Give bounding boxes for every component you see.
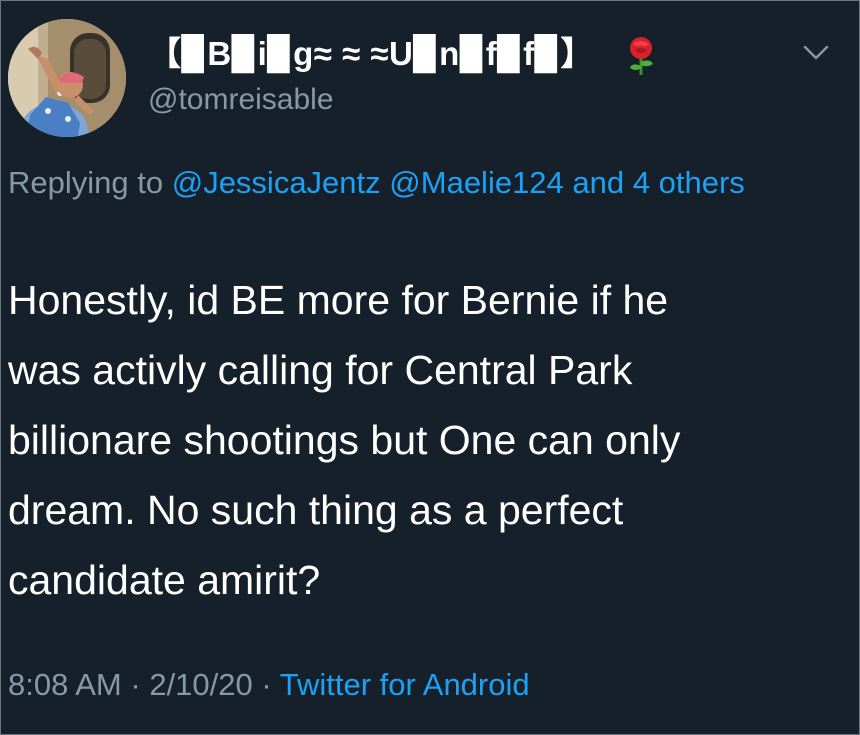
display-name[interactable]: 【▉B▉i▉g≈ ≈ ≈U▉n▉f▉f▉】 bbox=[148, 32, 594, 76]
tweet-text-line: was activly calling for Central Park bbox=[8, 347, 633, 393]
tweet-text-line: billionare shootings but One can only bbox=[8, 417, 681, 463]
tweet-time[interactable]: 8:08 AM bbox=[8, 667, 122, 702]
avatar[interactable] bbox=[8, 19, 126, 137]
tweet-text-line: candidate amirit? bbox=[8, 557, 321, 603]
others-link[interactable]: and 4 others bbox=[572, 165, 744, 200]
rose-emoji-icon bbox=[630, 37, 653, 75]
mention-link[interactable]: @Maelie124 bbox=[389, 165, 564, 200]
separator: · bbox=[130, 667, 141, 702]
tweet-metadata: 8:08 AM · 2/10/20 · Twitter for Android bbox=[8, 660, 530, 710]
avatar-photo-icon bbox=[8, 19, 126, 137]
tweet-date[interactable]: 2/10/20 bbox=[149, 667, 252, 702]
tweet-card: 【▉B▉i▉g≈ ≈ ≈U▉n▉f▉f▉】 @tomreisable Reply… bbox=[0, 0, 858, 733]
chevron-down-icon[interactable] bbox=[803, 44, 829, 62]
tweet-text-line: dream. No such thing as a perfect bbox=[8, 487, 624, 533]
reply-context: Replying to @JessicaJentz @Maelie124 and… bbox=[8, 158, 768, 208]
tweet-source-link[interactable]: Twitter for Android bbox=[280, 667, 530, 702]
tweet-text-line: Honestly, id BE more for Bernie if he bbox=[8, 277, 669, 323]
tweet-text: Honestly, id BE more for Bernie if he wa… bbox=[8, 265, 848, 615]
user-handle[interactable]: @tomreisable bbox=[148, 80, 334, 120]
separator: · bbox=[261, 667, 272, 702]
reply-prefix: Replying to bbox=[8, 165, 172, 200]
mention-link[interactable]: @JessicaJentz bbox=[172, 165, 381, 200]
